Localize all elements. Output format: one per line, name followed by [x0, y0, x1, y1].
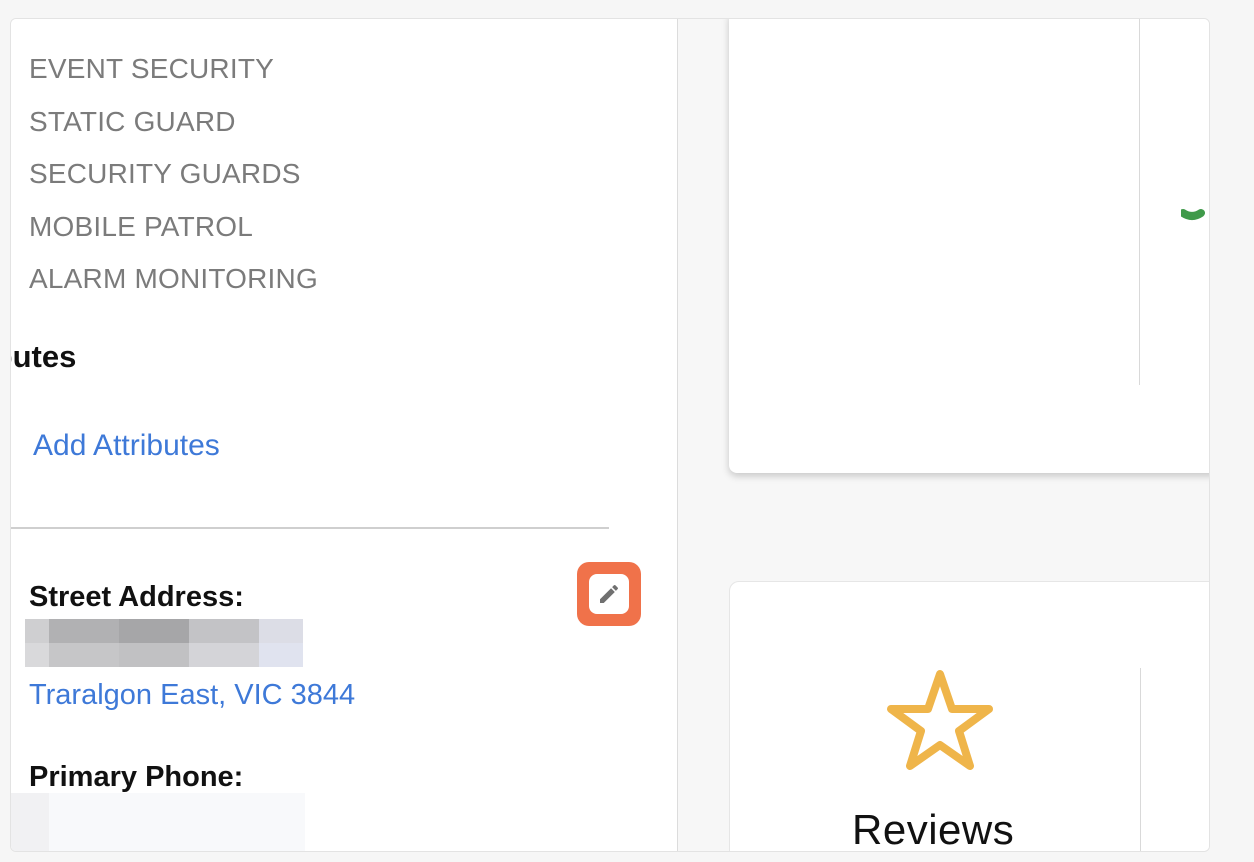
star-icon	[887, 670, 993, 770]
card-divider	[1140, 668, 1141, 851]
add-attributes-link[interactable]: Add Attributes	[33, 429, 220, 463]
city-state-link[interactable]: Traralgon East, VIC 3844	[29, 679, 355, 712]
category-item: STATIC GUARD	[29, 105, 236, 137]
redacted-street-address	[25, 619, 303, 667]
green-check-icon	[1181, 209, 1205, 220]
pencil-icon	[600, 584, 619, 603]
category-item: SECURITY GUARDS	[29, 158, 301, 189]
edit-button-face	[589, 574, 629, 614]
redacted-phone	[11, 793, 305, 851]
content-frame: EVENT SECURITY STATIC GUARD SECURITY GUA…	[10, 18, 1210, 852]
card-divider	[1139, 19, 1140, 385]
business-details-panel: EVENT SECURITY STATIC GUARD SECURITY GUA…	[11, 19, 678, 851]
category-item: MOBILE PATROL	[29, 210, 254, 242]
top-card	[729, 19, 1209, 473]
category-list: EVENT SECURITY STATIC GUARD SECURITY GUA…	[29, 43, 318, 306]
attributes-heading: ributes	[11, 339, 77, 374]
section-divider	[11, 527, 609, 529]
reviews-label: Reviews	[852, 806, 1015, 852]
edit-address-button[interactable]	[577, 562, 641, 626]
street-address-label: Street Address:	[29, 581, 244, 613]
primary-phone-label: Primary Phone:	[29, 761, 244, 793]
category-item: ALARM MONITORING	[29, 263, 318, 294]
category-item: EVENT SECURITY	[29, 53, 274, 84]
reviews-card[interactable]: Reviews	[729, 581, 1209, 852]
